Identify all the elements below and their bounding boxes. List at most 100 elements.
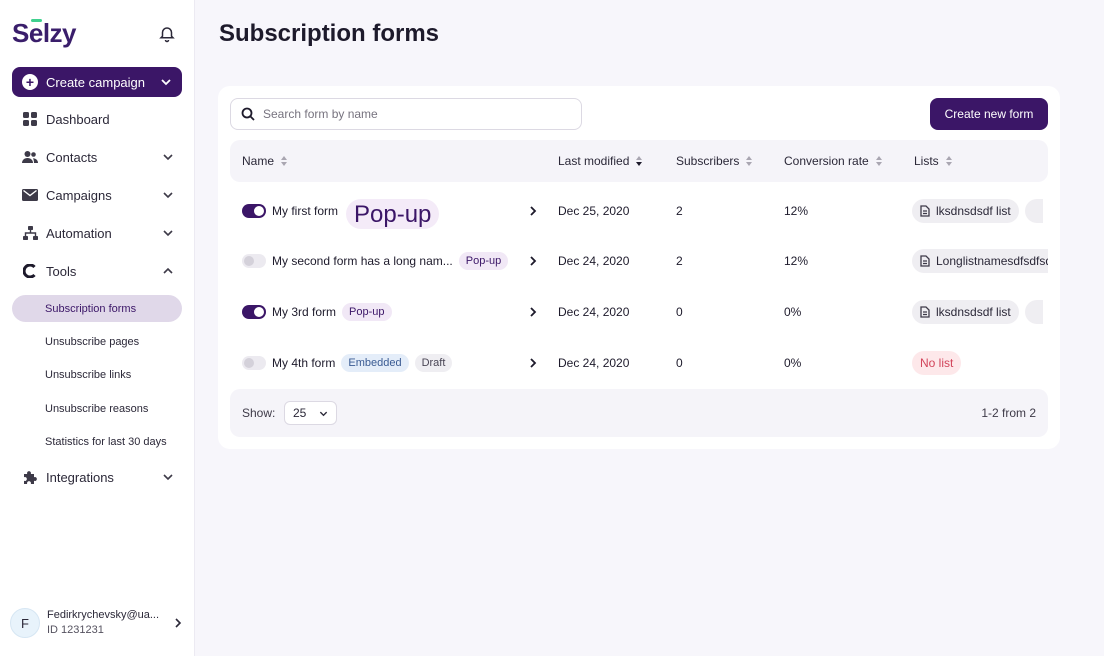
logo-letter: S [12, 18, 29, 48]
toggle-knob [244, 256, 254, 266]
form-type-badge: Pop-up [458, 252, 509, 270]
more-lists-chip[interactable] [1024, 199, 1043, 223]
user-email: Fedirkrychevsky@ua... [47, 609, 160, 621]
sidebar-subitem-statistics[interactable]: Statistics for last 30 days [12, 428, 182, 455]
conversion-cell: 12% [784, 254, 809, 268]
open-form-cell [528, 186, 538, 236]
list-chip[interactable]: Longlistnamesdfsdfsdf [912, 249, 1048, 273]
page-size-value: 25 [293, 406, 307, 420]
chevron-down-icon [319, 411, 328, 416]
form-enabled-toggle[interactable] [242, 254, 266, 268]
list-chip[interactable]: lksdnsdsdf list [912, 199, 1019, 223]
form-name[interactable]: My 3rd form [272, 305, 336, 319]
sidebar-item-dashboard[interactable]: Dashboard [12, 106, 182, 132]
page-size-select[interactable]: 25 [284, 401, 337, 425]
document-icon [920, 205, 930, 217]
sort-icon [875, 156, 882, 166]
puzzle-icon [22, 469, 38, 485]
bell-icon[interactable] [158, 25, 176, 43]
chevron-down-icon [163, 154, 173, 161]
sidebar-item-contacts[interactable]: Contacts [12, 144, 182, 170]
column-header-conversion-rate[interactable]: Conversion rate [784, 140, 883, 182]
sidebar-subitem-unsubscribe-pages[interactable]: Unsubscribe pages [12, 328, 182, 355]
sidebar-subitem-unsubscribe-links[interactable]: Unsubscribe links [12, 361, 182, 388]
form-enabled-toggle[interactable] [242, 356, 266, 370]
column-header-last-modified[interactable]: Last modified [558, 140, 643, 182]
name-cell: My second form has a long nam... Pop-up [242, 236, 509, 286]
column-label: Lists [914, 154, 939, 168]
column-label: Conversion rate [784, 154, 869, 168]
last-modified-cell: Dec 24, 2020 [558, 254, 630, 268]
logo-rest: lzy [42, 18, 77, 48]
chevron-right-icon[interactable] [528, 206, 538, 216]
sort-icon [746, 156, 753, 166]
form-type-badge: Pop-up [346, 199, 440, 229]
no-list-chip: No list [912, 351, 962, 375]
chevron-right-icon[interactable] [528, 358, 538, 368]
sidebar-item-label: Dashboard [46, 111, 110, 127]
chevron-down-icon [163, 230, 173, 237]
chevron-down-icon [161, 79, 171, 86]
last-modified-cell: Dec 24, 2020 [558, 305, 630, 319]
sidebar-item-label: Contacts [46, 149, 98, 165]
search-box[interactable] [230, 98, 582, 130]
last-modified-cell: Dec 25, 2020 [558, 204, 630, 218]
table-row[interactable]: My 4th form Embedded Draft Dec 24, 2020 … [230, 338, 1048, 388]
table-footer: Show: 25 1-2 from 2 [230, 389, 1048, 437]
sidebar-subitem-unsubscribe-reasons[interactable]: Unsubscribe reasons [12, 395, 182, 422]
search-icon [241, 107, 255, 121]
more-lists-chip[interactable] [1024, 300, 1043, 324]
create-new-form-button[interactable]: Create new form [930, 98, 1048, 130]
list-name: lksdnsdsdf list [936, 305, 1011, 319]
sidebar-subitem-label: Unsubscribe links [45, 368, 132, 381]
form-enabled-toggle[interactable] [242, 305, 266, 319]
create-campaign-label: Create campaign [46, 74, 145, 90]
list-chip[interactable]: lksdnsdsdf list [912, 300, 1019, 324]
chevron-right-icon [175, 618, 182, 628]
sort-desc-icon [636, 156, 643, 166]
sort-icon [945, 156, 952, 166]
sidebar-item-automation[interactable]: Automation [12, 220, 182, 246]
document-icon [920, 255, 930, 267]
create-campaign-button[interactable]: + Create campaign [12, 67, 182, 97]
toggle-knob [254, 206, 264, 216]
plus-icon: + [22, 74, 38, 90]
sidebar-subitem-subscription-forms[interactable]: Subscription forms [12, 295, 182, 322]
chevron-right-icon[interactable] [528, 256, 538, 266]
last-modified-cell: Dec 24, 2020 [558, 356, 630, 370]
form-name[interactable]: My 4th form [272, 356, 335, 370]
sidebar-item-label: Tools [46, 263, 77, 279]
column-header-lists[interactable]: Lists [914, 140, 953, 182]
sidebar-item-tools[interactable]: Tools [12, 258, 182, 284]
column-header-name[interactable]: Name [242, 140, 288, 182]
list-name: Longlistnamesdfsdfsdf [936, 254, 1048, 268]
form-name[interactable]: My second form has a long nam... [272, 254, 453, 268]
selzy-logo[interactable]: Selzy [12, 18, 77, 49]
subscribers-cell: 0 [676, 305, 683, 319]
user-info: Fedirkrychevsky@ua... ID 1231231 [47, 608, 159, 638]
sidebar-item-integrations[interactable]: Integrations [12, 464, 182, 490]
search-input[interactable] [263, 107, 563, 121]
sidebar-item-label: Automation [46, 225, 112, 241]
user-id: ID 1231231 [47, 624, 104, 636]
column-header-subscribers[interactable]: Subscribers [676, 140, 753, 182]
conversion-cell: 0% [784, 305, 802, 319]
form-name[interactable]: My first form [272, 204, 338, 218]
pagination-info: 1-2 from 2 [981, 406, 1036, 420]
sidebar-subitem-label: Unsubscribe pages [45, 335, 140, 348]
form-enabled-toggle[interactable] [242, 204, 266, 218]
chevron-up-icon [163, 267, 173, 274]
table-row[interactable]: My second form has a long nam... Pop-up … [230, 236, 1048, 286]
chevron-down-icon [163, 474, 173, 481]
name-cell: My 4th form Embedded Draft [242, 338, 453, 388]
table-row[interactable]: My first form Pop-up Dec 25, 2020 2 12% … [230, 186, 1048, 236]
user-account[interactable]: F Fedirkrychevsky@ua... ID 1231231 [10, 607, 185, 639]
column-label: Last modified [558, 154, 630, 168]
chevron-right-icon[interactable] [528, 307, 538, 317]
page-title: Subscription forms [219, 20, 440, 47]
conversion-cell: 0% [784, 356, 802, 370]
sidebar-item-campaigns[interactable]: Campaigns [12, 182, 182, 208]
sort-icon [281, 156, 288, 166]
table-row[interactable]: My 3rd form Pop-up Dec 24, 2020 0 0% lks… [230, 287, 1048, 337]
conversion-cell: 12% [784, 204, 809, 218]
